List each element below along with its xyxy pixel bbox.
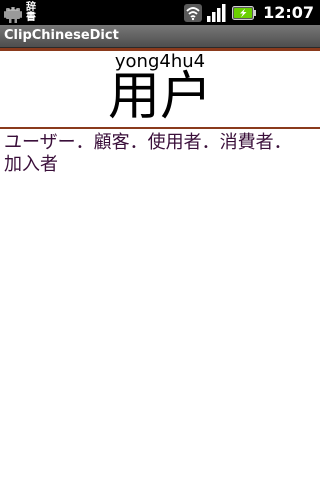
android-icon	[4, 3, 22, 23]
dict-icon-char-2: 書	[26, 11, 36, 23]
signal-icon	[207, 3, 227, 23]
headword: 用户	[107, 67, 212, 127]
status-bar: 辞 書 12:07	[0, 0, 320, 25]
wifi-icon	[184, 3, 203, 23]
app-title-bar: ClipChineseDict	[0, 25, 320, 48]
definition-text: ユーザー．顧客．使用者．消費者．加入者	[4, 132, 292, 175]
dict-icon-char-1: 辞	[26, 1, 36, 13]
system-status-area: 12:07	[184, 1, 314, 24]
app-title: ClipChineseDict	[4, 28, 119, 43]
notification-area: 辞 書	[4, 1, 38, 24]
battery-charging-icon	[232, 3, 257, 23]
dict-icon: 辞 書	[26, 1, 38, 23]
clock: 12:07	[263, 3, 314, 22]
definition-divider	[0, 127, 320, 129]
